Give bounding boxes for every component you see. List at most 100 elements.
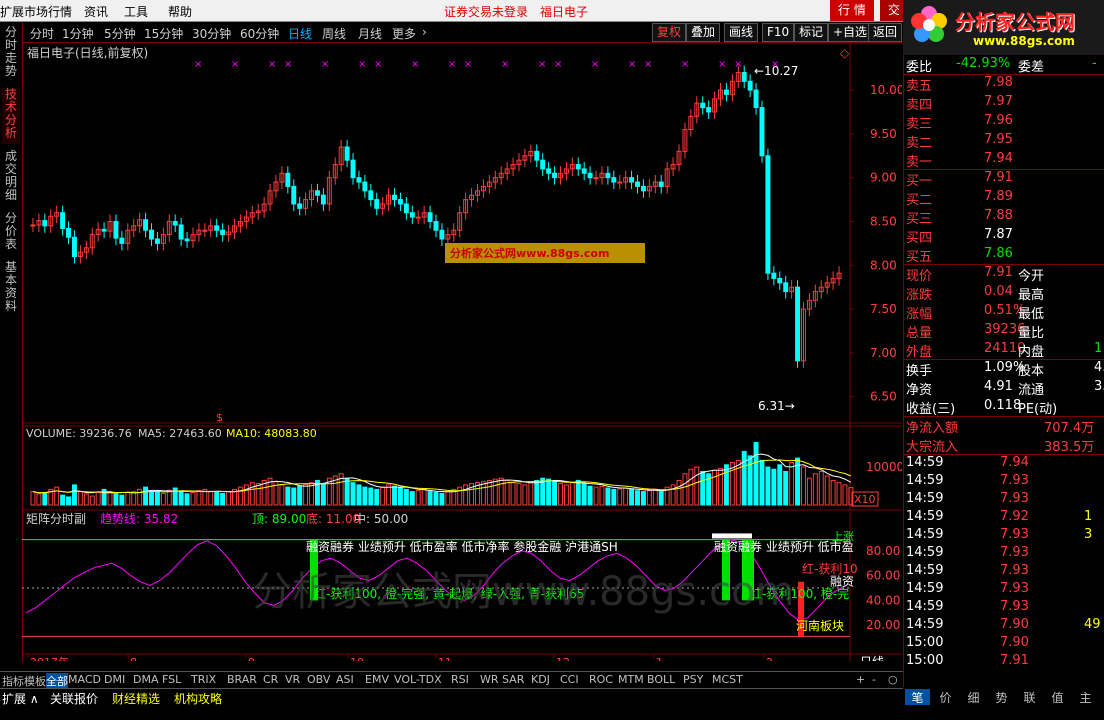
period-tab[interactable]: 5分钟 [104, 25, 136, 42]
candle [605, 172, 611, 179]
volume-bar [593, 486, 599, 506]
left-tab[interactable]: 成交明细 [2, 150, 20, 206]
candle [184, 238, 190, 242]
indicator-tab[interactable]: RSI [451, 673, 469, 686]
period-tab[interactable]: 周线 [322, 25, 346, 42]
circle-icon[interactable]: ○ [888, 673, 898, 686]
quote-row: 卖二 7.95 [904, 131, 1104, 151]
zoom-in-icon[interactable]: + [856, 673, 865, 686]
toolbar-button[interactable]: +自选 [828, 23, 873, 42]
left-tab[interactable]: 分时走势 [2, 26, 20, 82]
ma5-label: MA5: 27463.60 [138, 427, 222, 440]
volume-bar [652, 488, 658, 506]
indicator-tab[interactable]: MTM [618, 673, 644, 686]
volume-bar [125, 491, 131, 506]
sell-level-price: 7.96 [984, 113, 1013, 128]
period-tab[interactable]: 月线 [358, 25, 382, 42]
indicator-tick-label: 60.00 [866, 569, 900, 583]
indicator-tab[interactable]: SAR [502, 673, 524, 686]
menu-help[interactable]: 帮助 [168, 3, 192, 20]
candle [202, 229, 208, 232]
indicator-tab[interactable]: 模板 [24, 673, 46, 689]
quote-row: 14:59 7.94 [904, 454, 1104, 473]
left-tab[interactable]: 基本资料 [2, 261, 20, 317]
indicator-tab[interactable]: KDJ [531, 673, 550, 686]
indicator-tab[interactable]: ROC [589, 673, 613, 686]
indicator-tab[interactable]: VOL-TDX [394, 673, 442, 686]
indicator-tick-label: 40.00 [866, 593, 900, 607]
status-item[interactable]: 关联报价 [50, 690, 98, 707]
toolbar-button[interactable]: F10 [762, 23, 795, 42]
indicator-tab[interactable]: BOLL [647, 673, 675, 686]
indicator-tab[interactable]: EMV [365, 673, 389, 686]
toolbar-button[interactable]: 复权 [652, 23, 687, 42]
signal-marker: × [358, 59, 366, 70]
indicator-tab[interactable]: OBV [307, 673, 330, 686]
volume-bar [617, 488, 623, 506]
quote-row: 总量 39236 量比 [904, 321, 1104, 341]
status-item[interactable]: 机构攻略 [174, 690, 222, 707]
indicator-tab[interactable]: ASI [336, 673, 354, 686]
indicator-tab[interactable]: FSL [162, 673, 181, 686]
toolbar-button[interactable]: 返回 [868, 23, 902, 42]
volume-bar [320, 483, 326, 506]
period-tab[interactable]: 60分钟 [240, 25, 279, 42]
period-tab[interactable]: 1分钟 [62, 25, 94, 42]
status-item[interactable]: 扩展 ∧ [2, 690, 39, 707]
indicator-tab[interactable]: BRAR [227, 673, 257, 686]
indicator-tab[interactable]: DMA [133, 673, 159, 686]
status-item[interactable]: 财经精选 [112, 690, 160, 707]
quote-tab[interactable]: 行 情 [830, 0, 874, 21]
toolbar-button[interactable]: 画线 [724, 23, 759, 42]
indicator-tab[interactable]: VR [285, 673, 300, 686]
menu-extended-market[interactable]: 扩展市场行情 [0, 3, 72, 20]
right-bottom-tab[interactable]: 笔 [905, 689, 930, 705]
sell-level-price: 7.98 [984, 75, 1013, 90]
indicator-tab[interactable]: 全部 [46, 673, 68, 689]
right-bottom-tab[interactable]: 势 [989, 689, 1014, 705]
right-bottom-tab[interactable]: 联 [1017, 689, 1042, 705]
indicator-tab[interactable]: 指标 [2, 673, 24, 689]
more-chevron-icon[interactable]: › [422, 25, 427, 39]
menu-news[interactable]: 资讯 [84, 3, 108, 20]
zoom-out-icon[interactable]: - [872, 673, 876, 686]
indicator-tab[interactable]: TRIX [191, 673, 216, 686]
indicator-tab[interactable]: MCST [712, 673, 743, 686]
indicator-tab[interactable]: CR [263, 673, 278, 686]
stat-value: 1 [1094, 341, 1103, 356]
right-bottom-tab[interactable]: 价 [933, 689, 958, 705]
period-tab[interactable]: 更多 [392, 25, 416, 42]
indicator-tab[interactable]: CCI [560, 673, 579, 686]
period-tab[interactable]: 日线 [288, 25, 312, 42]
left-tab[interactable]: 技术分析 [2, 88, 20, 144]
buy-level-price: 7.88 [984, 208, 1013, 223]
chart-area[interactable]: 福日电子(日线,前复权) ◇ 10.00 9.50 9.00 8.50 8.00 7.50 7.… [21, 43, 904, 669]
toolbar-button[interactable]: 叠加 [686, 23, 721, 42]
toolbar-button[interactable]: 标记 [794, 23, 829, 42]
menu-tools[interactable]: 工具 [124, 3, 148, 20]
indicator-tab[interactable]: MACD [68, 673, 101, 686]
indicator-tab[interactable]: WR [480, 673, 499, 686]
left-tab[interactable]: 分价表 [2, 212, 20, 255]
right-bottom-tab[interactable]: 主 [1073, 689, 1098, 705]
volume-bar [658, 491, 664, 506]
indicator-top: 顶: 89.00 [252, 512, 306, 526]
period-tab[interactable]: 30分钟 [192, 25, 231, 42]
signal-marker: × [771, 59, 779, 70]
period-tab[interactable]: 15分钟 [144, 25, 183, 42]
right-bottom-tab[interactable]: 细 [961, 689, 986, 705]
volume-bar [368, 487, 374, 506]
indicator-tab[interactable]: DMI [104, 673, 125, 686]
signal-marker: × [374, 59, 382, 70]
period-tab[interactable]: 分时 [30, 25, 54, 42]
indicator-tab[interactable]: PSY [683, 673, 703, 686]
volume-bar [682, 473, 688, 506]
price-tick-label: 6.50 [870, 390, 897, 404]
trade-login-status[interactable]: 证券交易未登录 [444, 3, 528, 20]
right-bottom-tab[interactable]: 值 [1045, 689, 1070, 705]
quote-row: 卖三 7.96 [904, 112, 1104, 132]
candle [629, 177, 635, 183]
signal-marker: × [538, 59, 546, 70]
volume-bar [765, 466, 771, 506]
kline-chart[interactable]: 福日电子(日线,前复权) ◇ 10.00 9.50 9.00 8.50 8.00 7.50 7.… [21, 43, 904, 669]
